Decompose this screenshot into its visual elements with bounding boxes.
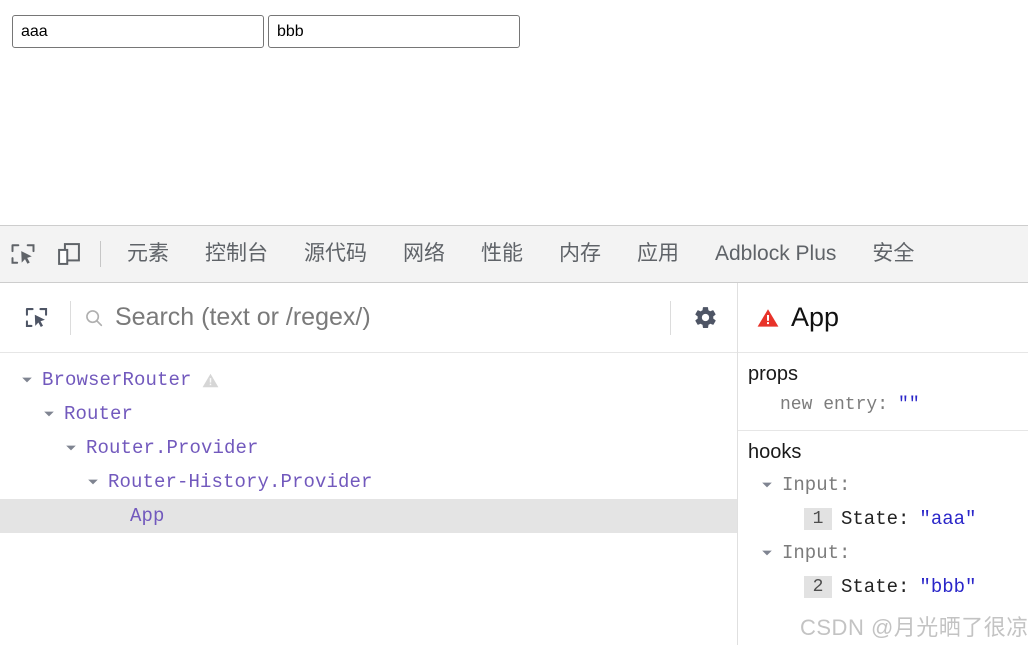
hook-state-row: 1 State: "aaa" [748, 502, 1028, 536]
tab-adblock-plus[interactable]: Adblock Plus [697, 226, 854, 282]
props-section: props new entry: "" [738, 353, 1028, 431]
chevron-down-icon[interactable] [758, 544, 776, 562]
react-devtools-components-panel: BrowserRouter Router [0, 283, 1028, 645]
warning-triangle-icon [201, 371, 220, 390]
hook-name: Input: [782, 474, 851, 496]
chevron-down-icon[interactable] [84, 473, 102, 491]
input-row [12, 15, 520, 48]
hook-index-badge: 1 [804, 508, 832, 530]
component-inspector-pane: App props new entry: "" hooks Input: 1 S… [738, 283, 1028, 645]
error-triangle-icon [756, 306, 780, 330]
chevron-down-icon[interactable] [62, 439, 80, 457]
inspector-header: App [738, 283, 1028, 353]
tree-row[interactable]: Router-History.Provider [0, 465, 737, 499]
hook-state-label: State: [841, 508, 910, 530]
tab-security[interactable]: 安全 [854, 226, 932, 282]
settings-divider [670, 300, 671, 335]
hook-state-value[interactable]: "aaa" [919, 508, 976, 530]
tab-elements[interactable]: 元素 [109, 226, 187, 282]
tree-item-label: App [130, 505, 165, 527]
toolbar-divider [100, 241, 101, 267]
hook-state-label: State: [841, 576, 910, 598]
tab-sources[interactable]: 源代码 [286, 226, 385, 282]
second-input[interactable] [268, 15, 520, 48]
tree-row[interactable]: BrowserRouter [0, 363, 737, 397]
props-section-title: props [748, 363, 799, 385]
tree-row-selected[interactable]: App [0, 499, 737, 533]
inspect-element-icon[interactable] [0, 231, 46, 277]
hooks-section: hooks Input: 1 State: "aaa" Input: 2 Sta… [738, 431, 1028, 614]
chevron-down-icon[interactable] [758, 476, 776, 494]
hook-state-row: 2 State: "bbb" [748, 570, 1028, 604]
prop-key: new entry: [780, 395, 889, 415]
hook-state-value[interactable]: "bbb" [919, 576, 976, 598]
tree-item-label: Router-History.Provider [108, 471, 373, 493]
web-page-viewport [0, 0, 1028, 225]
tree-item-label: BrowserRouter [42, 369, 192, 391]
component-tree-pane: BrowserRouter Router [0, 283, 738, 645]
hooks-section-title: hooks [748, 441, 802, 463]
components-search-bar [0, 283, 737, 353]
tab-console[interactable]: 控制台 [187, 226, 286, 282]
devtools-toolbar: 元素 控制台 源代码 网络 性能 内存 应用 Adblock Plus 安全 [0, 225, 1028, 283]
tree-item-label: Router.Provider [86, 437, 259, 459]
hook-name: Input: [782, 542, 851, 564]
tree-row[interactable]: Router [0, 397, 737, 431]
hook-index-badge: 2 [804, 576, 832, 598]
chevron-down-icon[interactable] [18, 371, 36, 389]
prop-value[interactable]: "" [898, 395, 920, 415]
select-component-icon[interactable] [14, 296, 58, 340]
tab-performance[interactable]: 性能 [463, 226, 541, 282]
first-input[interactable] [12, 15, 264, 48]
tab-application[interactable]: 应用 [619, 226, 697, 282]
gear-icon[interactable] [683, 296, 727, 340]
chevron-down-icon[interactable] [40, 405, 58, 423]
tree-item-label: Router [64, 403, 134, 425]
hook-row[interactable]: Input: [748, 468, 1028, 502]
inspected-component-name: App [791, 302, 840, 332]
search-input[interactable] [115, 303, 658, 332]
hook-row[interactable]: Input: [748, 536, 1028, 570]
tab-memory[interactable]: 内存 [541, 226, 619, 282]
tree-row[interactable]: Router.Provider [0, 431, 737, 465]
search-icon [83, 307, 105, 329]
device-toolbar-icon[interactable] [46, 231, 92, 277]
search-bar-divider [70, 300, 71, 335]
prop-row[interactable]: new entry: "" [748, 390, 1028, 420]
component-tree-list: BrowserRouter Router Router.Provider Rou… [0, 353, 737, 533]
tab-network[interactable]: 网络 [385, 226, 463, 282]
